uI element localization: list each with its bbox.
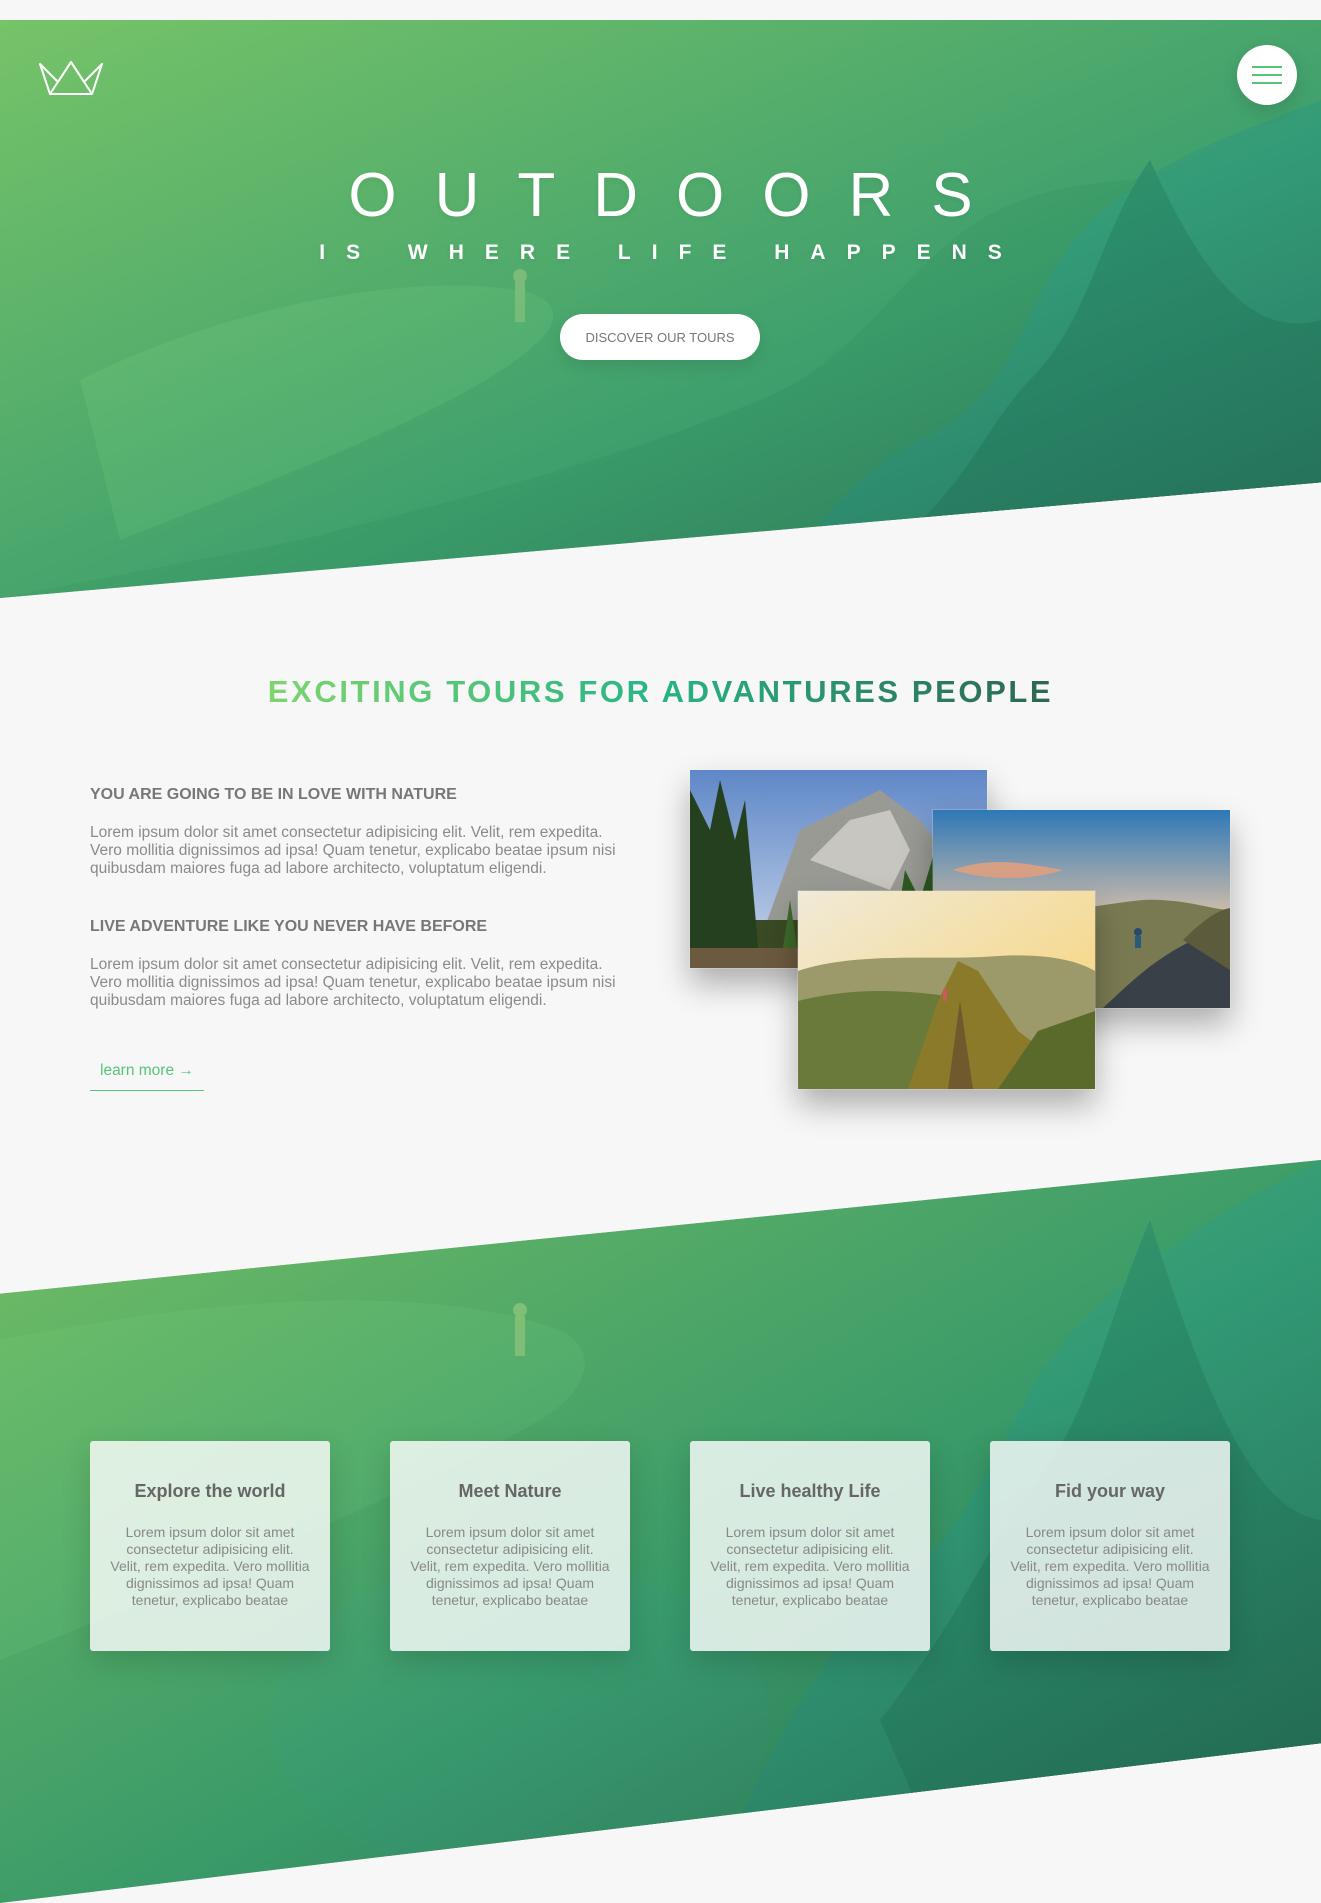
hero-title-sub: IS WHERE LIFE HAPPENS bbox=[319, 241, 1023, 264]
about-block-title: LIVE ADVENTURE LIKE YOU NEVER HAVE BEFOR… bbox=[90, 918, 488, 935]
feature-card[interactable]: Live healthy Life Lorem ipsum dolor sit … bbox=[690, 1441, 930, 1651]
about-block-title: YOU ARE GOING TO BE IN LOVE WITH NATURE bbox=[90, 786, 457, 803]
hamburger-menu-icon[interactable] bbox=[1237, 45, 1297, 105]
about-text-column: YOU ARE GOING TO BE IN LOVE WITH NATURE … bbox=[90, 786, 630, 1091]
hero-title-main: OUTDOORS bbox=[348, 161, 1011, 230]
learn-more-link[interactable]: learn more → bbox=[90, 1056, 204, 1091]
hero-header: OUTDOORS IS WHERE LIFE HAPPENS DISCOVER … bbox=[0, 20, 1321, 598]
feature-card-title: Explore the world bbox=[134, 1481, 286, 1501]
feature-card-text: Lorem ipsum dolor sit amet consectetur a… bbox=[410, 1524, 610, 1608]
features-section: Explore the world Lorem ipsum dolor sit … bbox=[0, 1160, 1321, 1903]
photo-composition bbox=[689, 769, 1231, 1090]
feature-card[interactable]: Fid your way Lorem ipsum dolor sit amet … bbox=[990, 1441, 1230, 1651]
feature-card-title: Fid your way bbox=[1054, 1481, 1166, 1501]
discover-tours-button[interactable]: DISCOVER OUR TOURS bbox=[560, 314, 760, 360]
hero-title: OUTDOORS IS WHERE LIFE HAPPENS bbox=[0, 165, 1321, 265]
mountain-ridge-hiker-photo[interactable] bbox=[797, 890, 1096, 1090]
feature-card-text: Lorem ipsum dolor sit amet consectetur a… bbox=[110, 1524, 310, 1608]
about-section-heading: EXCITING TOURS FOR ADVANTURES PEOPLE bbox=[267, 674, 1054, 709]
crown-logo-icon[interactable] bbox=[38, 60, 104, 96]
feature-card-text: Lorem ipsum dolor sit amet consectetur a… bbox=[1010, 1524, 1210, 1608]
feature-card[interactable]: Meet Nature Lorem ipsum dolor sit amet c… bbox=[390, 1441, 630, 1651]
about-block-text: Lorem ipsum dolor sit amet consectetur a… bbox=[90, 956, 616, 1009]
about-block-text: Lorem ipsum dolor sit amet consectetur a… bbox=[90, 824, 616, 877]
feature-card-title: Meet Nature bbox=[458, 1481, 562, 1501]
feature-card-title: Live healthy Life bbox=[739, 1481, 881, 1501]
feature-card[interactable]: Explore the world Lorem ipsum dolor sit … bbox=[90, 1441, 330, 1651]
feature-card-text: Lorem ipsum dolor sit amet consectetur a… bbox=[710, 1524, 910, 1608]
